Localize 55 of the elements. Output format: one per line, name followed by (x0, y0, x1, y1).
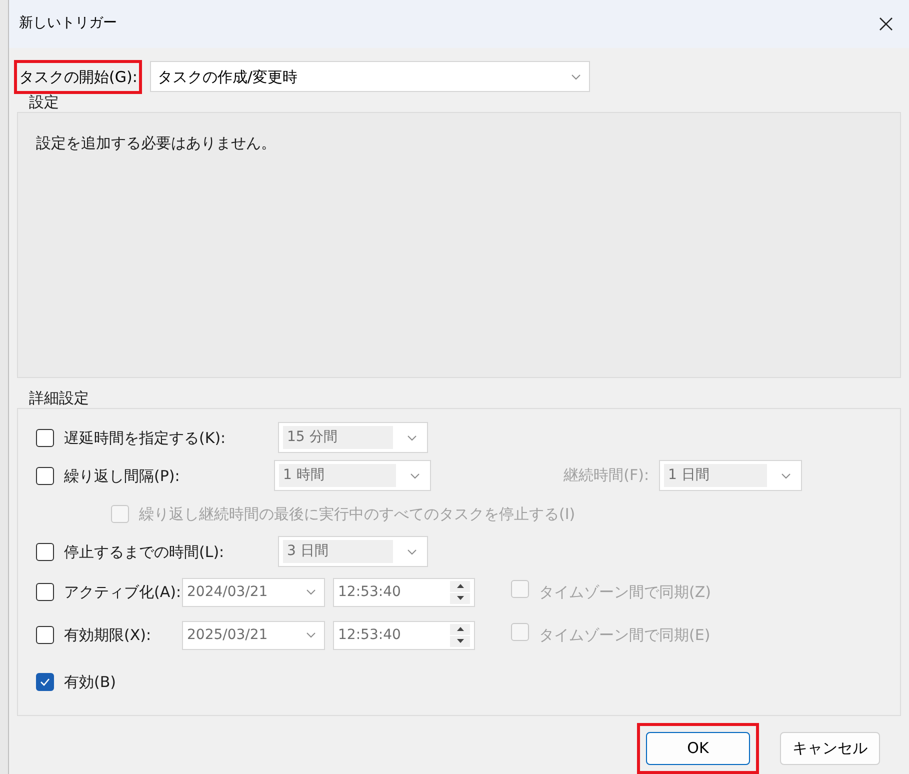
checkbox[interactable] (36, 673, 54, 691)
checkmark-icon (40, 678, 50, 686)
checkbox[interactable] (36, 583, 54, 601)
checkbox[interactable] (36, 626, 54, 644)
dropdown-value: 1 時間 (279, 464, 396, 487)
chevron-down-icon (571, 74, 582, 80)
checkbox-label: タイムゾーン間で同期(E) (539, 626, 710, 644)
checkbox[interactable] (36, 466, 54, 484)
checkbox-label: 有効期限(X): (64, 625, 152, 646)
close-icon (879, 16, 893, 31)
dropdown-value: 3 日間 (283, 540, 393, 563)
time-value: 12:53:40 (338, 626, 401, 644)
time-value: 12:53:40 (338, 582, 401, 602)
time-field[interactable]: 12:53:40 (333, 578, 475, 606)
chevron-down-icon (407, 548, 417, 554)
duration-label: 継続時間(F): (564, 465, 649, 486)
dropdown[interactable]: 1 日間 (659, 460, 802, 491)
chevron-down-icon (781, 472, 791, 478)
settings-message: 設定を追加する必要はありません。 (36, 134, 276, 152)
dropdown-value: 1 日間 (664, 464, 767, 487)
chevron-down-icon (407, 434, 417, 440)
down-arrow-icon (456, 596, 464, 600)
checkbox[interactable] (36, 428, 54, 446)
dropdown[interactable]: 1 時間 (274, 460, 431, 491)
checkbox-label: 停止するまでの時間(L): (64, 542, 226, 562)
date-value: 2025/03/21 (187, 626, 268, 644)
window-title: 新しいトリガー (19, 14, 117, 34)
start-task-dropdown[interactable]: タスクの作成/変更時 (150, 61, 590, 92)
checkbox-label: 有効(B) (64, 673, 116, 691)
checkbox-label: 遅延時間を指定する(K): (64, 428, 227, 448)
chevron-down-icon (306, 589, 316, 595)
date-value: 2024/03/21 (187, 582, 268, 602)
dialog-button[interactable]: OK (646, 732, 750, 765)
date-picker[interactable]: 2025/03/21 (182, 620, 325, 650)
up-arrow-icon (456, 627, 464, 631)
dropdown[interactable]: 15 分間 (278, 422, 428, 453)
dialog-button[interactable]: キャンセル (780, 732, 880, 765)
advanced-settings-title: 詳細設定 (29, 388, 90, 408)
chevron-down-icon (410, 472, 420, 478)
dropdown-value: 15 分間 (283, 426, 393, 449)
checkbox[interactable] (36, 542, 54, 560)
down-arrow-icon (456, 639, 464, 643)
time-field[interactable]: 12:53:40 (333, 620, 475, 650)
checkbox-label: タイムゾーン間で同期(Z) (539, 583, 711, 601)
date-picker[interactable]: 2024/03/21 (182, 578, 325, 606)
dropdown[interactable]: 3 日間 (278, 536, 428, 567)
up-arrow-icon (456, 584, 464, 588)
chevron-down-icon (306, 632, 316, 638)
checkbox-label: 繰り返し継続時間の最後に実行中のすべてのタスクを停止する(I) (139, 504, 576, 522)
checkbox-label: アクティブ化(A): (64, 582, 182, 603)
checkbox-label: 繰り返し間隔(P): (64, 466, 181, 486)
start-task-label: タスクの開始(G): (14, 60, 142, 94)
settings-group-title: 設定 (29, 92, 60, 112)
spin-buttons[interactable] (450, 624, 470, 646)
spin-buttons[interactable] (450, 580, 470, 604)
